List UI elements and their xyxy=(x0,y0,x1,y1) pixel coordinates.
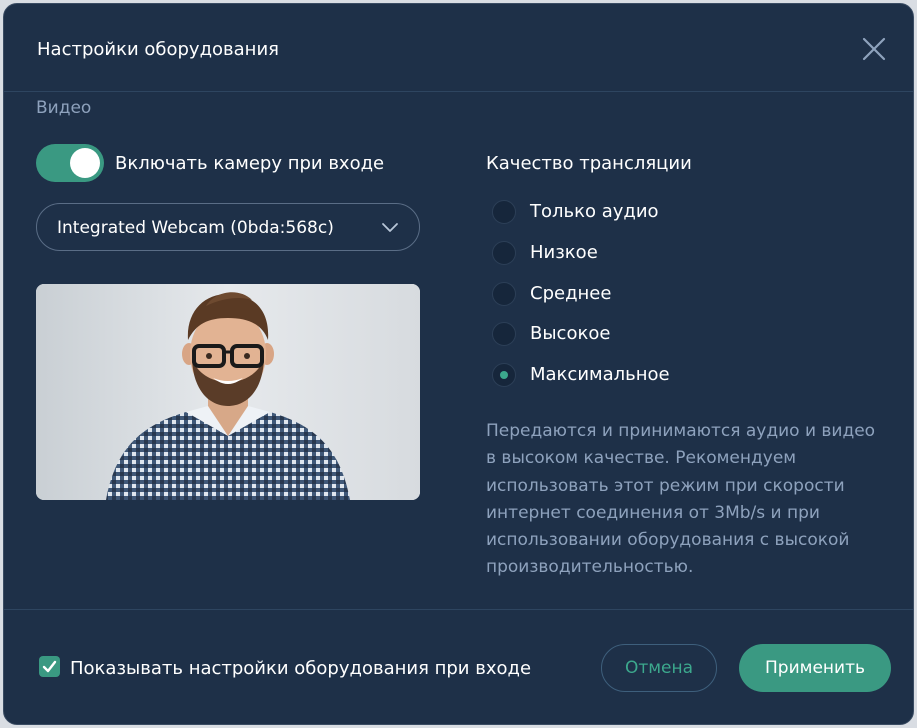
camera-on-entry-label: Включать камеру при входе xyxy=(115,153,385,174)
quality-option-label: Низкое xyxy=(530,242,598,263)
camera-preview xyxy=(36,284,420,500)
show-on-entry-label: Показывать настройки оборудования при вх… xyxy=(70,658,532,679)
dialog-header: Настройки оборудования xyxy=(4,4,913,92)
chevron-down-icon xyxy=(382,223,398,232)
camera-select-value: Integrated Webcam (0bda:568c) xyxy=(57,218,334,238)
camera-on-entry-toggle[interactable] xyxy=(36,144,104,182)
radio-button[interactable] xyxy=(492,200,516,224)
show-on-entry-checkbox[interactable] xyxy=(39,656,60,677)
radio-button[interactable] xyxy=(492,241,516,265)
cancel-button[interactable]: Отмена xyxy=(601,644,717,692)
quality-description: Передаются и принимаются аудио и видео в… xyxy=(486,421,876,578)
quality-title: Качество трансляции xyxy=(486,153,692,174)
toggle-knob xyxy=(70,148,100,178)
quality-option-label: Среднее xyxy=(530,283,612,304)
quality-option-label: Максимальное xyxy=(530,364,670,385)
camera-select[interactable]: Integrated Webcam (0bda:568c) xyxy=(36,203,420,251)
close-button[interactable] xyxy=(860,35,888,63)
close-icon xyxy=(862,37,886,61)
hardware-settings-dialog: Настройки оборудования Видео Включать ка… xyxy=(3,3,914,725)
radio-button[interactable] xyxy=(492,282,516,306)
camera-preview-image xyxy=(36,284,420,500)
radio-button-checked[interactable] xyxy=(492,363,516,387)
video-section-label: Видео xyxy=(36,98,92,118)
radio-button[interactable] xyxy=(492,322,516,346)
apply-button[interactable]: Применить xyxy=(739,644,891,692)
quality-option-label: Только аудио xyxy=(530,201,659,222)
checkmark-icon xyxy=(42,660,57,673)
dialog-title: Настройки оборудования xyxy=(37,39,279,60)
quality-option-label: Высокое xyxy=(530,323,611,344)
